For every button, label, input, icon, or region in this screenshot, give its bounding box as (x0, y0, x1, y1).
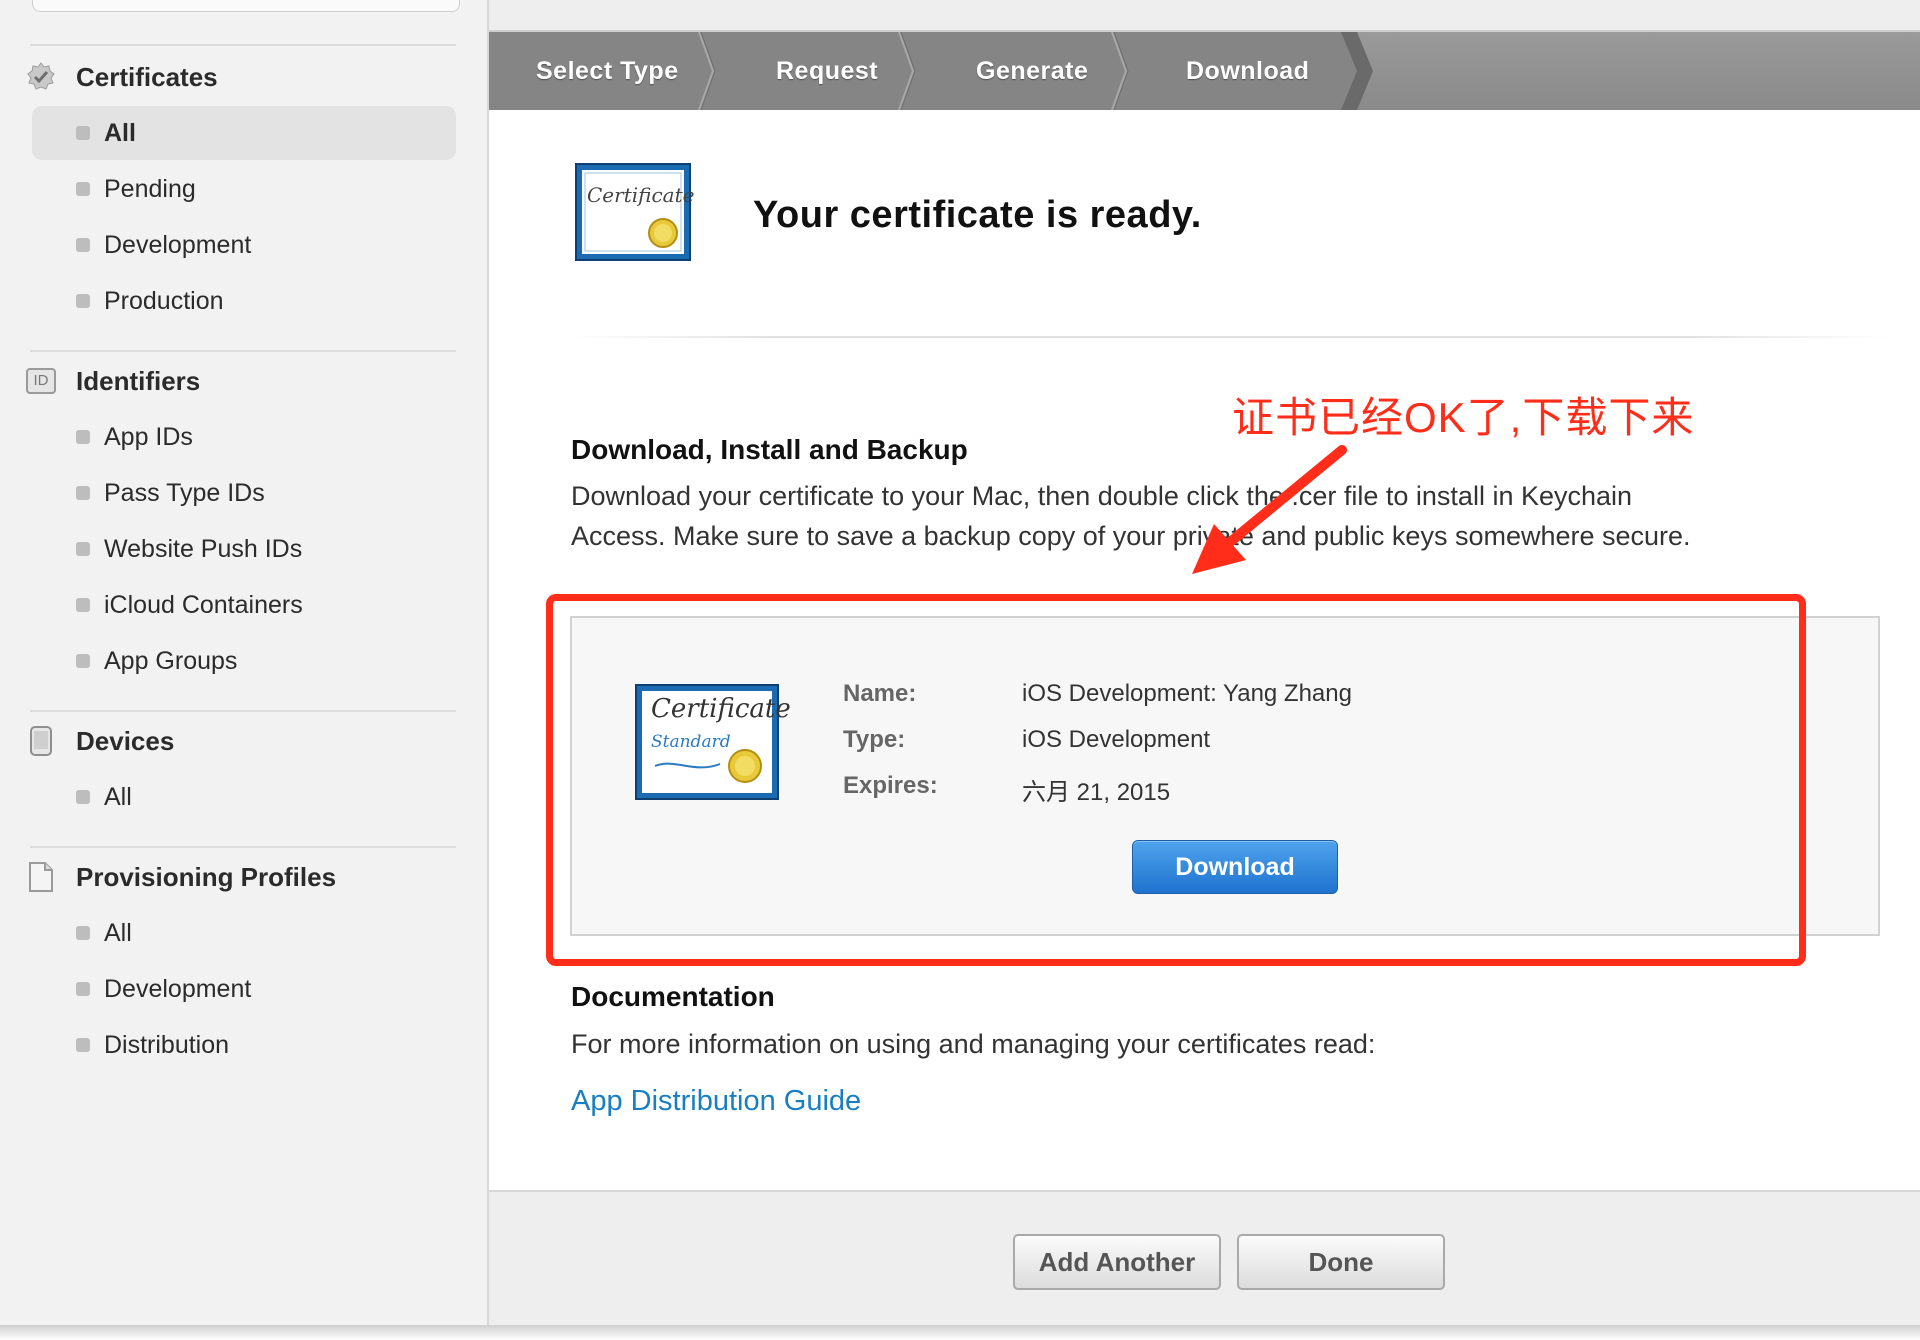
sidebar-item-label: All (104, 918, 132, 947)
step-progress-bar: Select Type Request Generate Download (489, 32, 1920, 110)
section-devices: Devices (26, 721, 456, 761)
sidebar-item-certificates-all[interactable]: All (32, 106, 456, 160)
bullet-icon (76, 1038, 90, 1052)
divider (30, 350, 456, 352)
section-identifiers: ID Identifiers (26, 361, 456, 401)
sidebar-item-label: All (104, 782, 132, 811)
bullet-icon (76, 654, 90, 668)
section-title: Certificates (76, 61, 218, 92)
sidebar-item-app-groups[interactable]: App Groups (32, 634, 456, 688)
sidebar-item-label: iCloud Containers (104, 590, 303, 619)
sidebar: Certificates All Pending Development Pro… (0, 0, 489, 1325)
sidebar-item-label: Development (104, 230, 252, 259)
install-text-line1: Download your certificate to your Mac, t… (571, 481, 1633, 511)
sidebar-item-label: Production (104, 286, 224, 315)
top-strip (489, 0, 1920, 32)
section-title: Devices (76, 725, 175, 756)
sidebar-item-label: Pass Type IDs (104, 478, 265, 507)
divider (569, 336, 1889, 338)
section-provisioning-profiles: Provisioning Profiles (26, 857, 456, 897)
bullet-icon (76, 542, 90, 556)
bullet-icon (76, 238, 90, 252)
page-title: Your certificate is ready. (753, 194, 1202, 236)
sidebar-item-label: Development (104, 974, 252, 1003)
step-generate: Generate (976, 56, 1089, 85)
sidebar-item-label: Pending (104, 174, 196, 203)
sidebar-item-profiles-all[interactable]: All (32, 906, 456, 960)
window-bottom-edge (0, 1325, 1920, 1340)
install-heading: Download, Install and Backup (571, 434, 968, 465)
bullet-icon (76, 982, 90, 996)
sidebar-item-app-ids[interactable]: App IDs (32, 410, 456, 464)
annotation-highlight-box (546, 594, 1806, 966)
divider (30, 44, 456, 46)
bullet-icon (76, 598, 90, 612)
section-title: Identifiers (76, 365, 201, 396)
section-title: Provisioning Profiles (76, 861, 337, 892)
sidebar-item-production[interactable]: Production (32, 274, 456, 328)
documentation-text: For more information on using and managi… (571, 1029, 1376, 1059)
add-another-button[interactable]: Add Another (1013, 1234, 1221, 1290)
documentation-heading: Documentation (571, 981, 775, 1012)
sidebar-item-label: All (104, 118, 136, 147)
bullet-icon (76, 790, 90, 804)
section-certificates: Certificates (26, 57, 456, 97)
step-select-type: Select Type (536, 56, 679, 85)
sidebar-item-icloud-containers[interactable]: iCloud Containers (32, 578, 456, 632)
bullet-icon (76, 486, 90, 500)
bullet-icon (76, 430, 90, 444)
id-icon: ID (26, 366, 56, 396)
sidebar-item-development[interactable]: Development (32, 218, 456, 272)
certificate-badge-icon (26, 62, 56, 92)
sidebar-item-label: App IDs (104, 422, 193, 451)
sidebar-item-pending[interactable]: Pending (32, 162, 456, 216)
sidebar-item-label: Distribution (104, 1030, 230, 1059)
bullet-icon (76, 182, 90, 196)
document-icon (26, 862, 56, 892)
bullet-icon (76, 294, 90, 308)
certificate-icon: Certificate (575, 163, 695, 261)
app-distribution-guide-link[interactable]: App Distribution Guide (571, 1085, 861, 1118)
device-icon (26, 726, 56, 756)
sidebar-item-profiles-distribution[interactable]: Distribution (32, 1018, 456, 1072)
done-button[interactable]: Done (1237, 1234, 1445, 1290)
annotation-note: 证书已经OK了,下载下来 (1232, 394, 1695, 441)
step-download: Download (1186, 56, 1310, 85)
sidebar-item-pass-type-ids[interactable]: Pass Type IDs (32, 466, 456, 520)
sidebar-item-profiles-development[interactable]: Development (32, 962, 456, 1016)
sidebar-item-devices-all[interactable]: All (32, 770, 456, 824)
sidebar-search-box[interactable] (32, 0, 460, 12)
install-text-line2: Access. Make sure to save a backup copy … (571, 521, 1691, 551)
sidebar-item-label: Website Push IDs (104, 534, 303, 563)
footer-bar: Add Another Done (489, 1190, 1920, 1332)
bullet-icon (76, 126, 90, 140)
certificate-icon-text: Certificate (587, 183, 695, 207)
sidebar-item-label: App Groups (104, 646, 238, 675)
sidebar-item-website-push-ids[interactable]: Website Push IDs (32, 522, 456, 576)
bullet-icon (76, 926, 90, 940)
divider (30, 710, 456, 712)
step-request: Request (776, 56, 879, 85)
divider (30, 846, 456, 848)
